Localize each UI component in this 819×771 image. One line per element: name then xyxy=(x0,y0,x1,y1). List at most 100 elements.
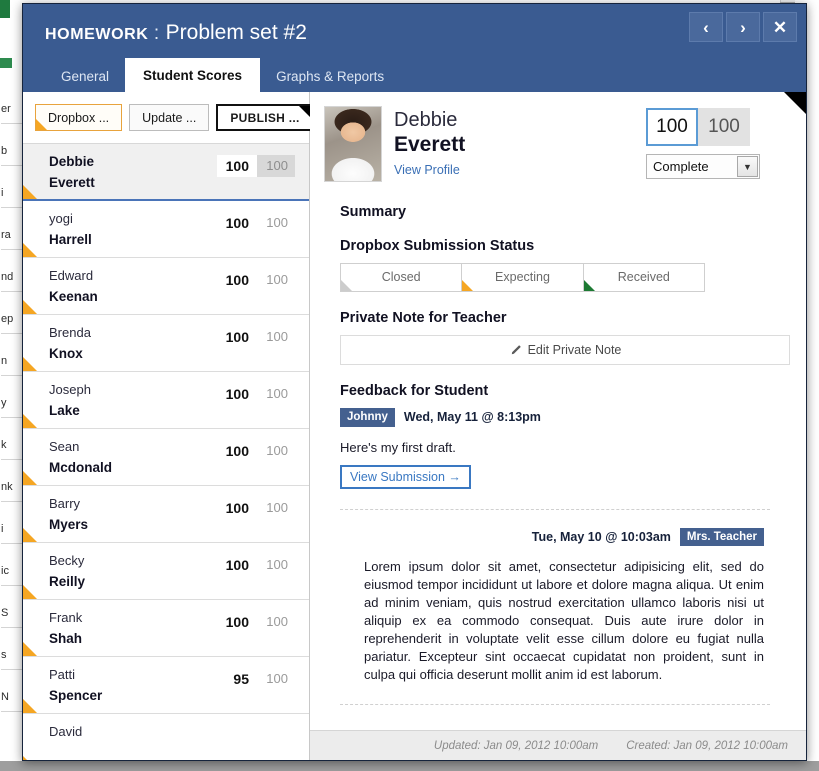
tab-student-scores[interactable]: Student Scores xyxy=(125,58,261,92)
modal-header: HOMEWORK : Problem set #2 ‹ › ✕ General S… xyxy=(23,4,806,92)
student-first-name: Debbie xyxy=(394,109,458,131)
student-row-score[interactable]: 100 xyxy=(217,269,257,291)
tab-graphs-reports[interactable]: Graphs & Reports xyxy=(260,60,400,92)
orange-corner-icon xyxy=(23,414,37,428)
view-profile-link[interactable]: View Profile xyxy=(394,163,460,177)
student-row-max: 100 xyxy=(266,443,288,458)
student-row-scores: 100 100 xyxy=(217,326,295,348)
student-row[interactable]: Joseph Lake 100 100 xyxy=(23,372,309,429)
background-green-marker-2 xyxy=(0,58,12,68)
background-cell: k xyxy=(1,431,22,460)
homework-modal-window: HOMEWORK : Problem set #2 ‹ › ✕ General S… xyxy=(22,3,807,761)
student-row-score[interactable]: 100 xyxy=(217,554,257,576)
student-row-score[interactable]: 100 xyxy=(217,212,257,234)
student-row[interactable]: Frank Shah 100 100 xyxy=(23,600,309,657)
green-corner-icon xyxy=(583,280,595,291)
student-row[interactable]: Debbie Everett 100 100 xyxy=(23,144,309,201)
completion-status-select[interactable]: Complete ▼ xyxy=(646,154,760,179)
title-assignment-name: Problem set #2 xyxy=(165,21,307,44)
dropbox-segment-expecting[interactable]: Expecting xyxy=(462,264,584,291)
dropbox-segment-label: Closed xyxy=(381,270,421,284)
student-row-max: 100 xyxy=(266,671,288,686)
teacher-message-meta: Tue, May 10 @ 10:03am Mrs. Teacher xyxy=(340,527,764,547)
edit-private-note-button[interactable]: Edit Private Note xyxy=(340,335,790,365)
student-row-score[interactable]: 100 xyxy=(217,497,257,519)
score-input[interactable] xyxy=(646,108,698,146)
score-max-value: 100 xyxy=(698,108,750,146)
teacher-message-body: Lorem ipsum dolor sit amet, consectetur … xyxy=(364,559,764,683)
background-green-marker xyxy=(0,0,10,18)
title-kind: HOMEWORK xyxy=(45,26,149,43)
edit-private-note-label: Edit Private Note xyxy=(527,343,622,357)
student-row-max: 100 xyxy=(266,500,288,515)
score-area: 100 Complete ▼ xyxy=(646,108,760,179)
view-submission-button[interactable]: View Submission → xyxy=(340,464,471,489)
gray-corner-icon xyxy=(341,280,352,291)
background-cell: s xyxy=(1,641,22,670)
background-cell: nk xyxy=(1,473,22,502)
orange-corner-icon xyxy=(23,185,37,199)
student-row[interactable]: Barry Myers 100 100 xyxy=(23,486,309,543)
background-cell: ra xyxy=(1,221,22,250)
update-button[interactable]: Update ... xyxy=(129,104,210,131)
close-button[interactable]: ✕ xyxy=(763,12,797,42)
next-button[interactable]: › xyxy=(726,12,760,42)
student-detail-pane: Debbie Everett View Profile 100 Complete… xyxy=(310,92,806,760)
publish-button[interactable]: PUBLISH ... xyxy=(216,104,314,131)
summary-heading: Summary xyxy=(340,204,407,220)
student-row-scores: 100 100 xyxy=(217,269,295,291)
student-last-name: Everett xyxy=(394,133,466,156)
orange-corner-icon xyxy=(23,756,37,760)
update-button-label: Update ... xyxy=(142,110,197,125)
panel-corner-icon xyxy=(784,92,806,114)
student-row[interactable]: yogi Harrell 100 100 xyxy=(23,201,309,258)
bottom-divider xyxy=(340,704,770,706)
background-cell: i xyxy=(1,179,22,208)
student-row-score[interactable]: 100 xyxy=(217,611,257,633)
student-row-scores: 100 100 xyxy=(217,212,295,234)
message-divider xyxy=(340,508,770,510)
orange-corner-icon xyxy=(23,585,37,599)
student-row-score[interactable]: 95 xyxy=(217,668,257,690)
orange-corner-icon xyxy=(462,280,474,291)
feedback-heading: Feedback for Student xyxy=(340,383,489,399)
student-row[interactable]: Patti Spencer 95 100 xyxy=(23,657,309,714)
modal-title: HOMEWORK : Problem set #2 xyxy=(45,21,307,45)
tab-bar: General Student Scores Graphs & Reports xyxy=(45,58,400,92)
student-row-max: 100 xyxy=(266,386,288,401)
detail-scroll-area: Debbie Everett View Profile 100 Complete… xyxy=(310,92,806,730)
student-row[interactable]: Edward Keenan 100 100 xyxy=(23,258,309,315)
prev-button[interactable]: ‹ xyxy=(689,12,723,42)
score-boxes: 100 xyxy=(646,108,760,146)
student-row-scores: 100 100 xyxy=(217,155,295,177)
teacher-message-author: Mrs. Teacher xyxy=(679,527,764,547)
dropbox-button[interactable]: Dropbox ... xyxy=(35,104,123,131)
chevron-down-icon[interactable]: ▼ xyxy=(737,156,758,177)
student-row-scores: 100 100 xyxy=(217,383,295,405)
student-row-max: 100 xyxy=(266,272,288,287)
background-cell: ic xyxy=(1,557,22,586)
background-cell: N xyxy=(1,683,22,712)
student-list[interactable]: Debbie Everett 100 100 yogi Harrell 100 100 Edwa… xyxy=(23,144,309,760)
avatar xyxy=(324,106,382,182)
student-row[interactable]: David xyxy=(23,714,309,760)
list-toolbar: Dropbox ... Update ... PUBLISH ... xyxy=(23,92,314,144)
student-row[interactable]: Sean Mcdonald 100 100 xyxy=(23,429,309,486)
student-row-score[interactable]: 100 xyxy=(217,440,257,462)
student-row-first-name: David xyxy=(49,724,83,739)
background-cell: i xyxy=(1,515,22,544)
student-name-block: Debbie Everett View Profile xyxy=(394,106,465,179)
student-row-score[interactable]: 100 xyxy=(217,383,257,405)
orange-corner-icon xyxy=(23,642,37,656)
orange-corner-icon xyxy=(23,300,37,314)
dropbox-segment-received[interactable]: Received xyxy=(583,264,704,291)
student-row-score[interactable]: 100 xyxy=(217,326,257,348)
student-row[interactable]: Becky Reilly 100 100 xyxy=(23,543,309,600)
student-row[interactable]: Brenda Knox 100 100 xyxy=(23,315,309,372)
tab-general[interactable]: General xyxy=(45,60,125,92)
student-header: Debbie Everett View Profile 100 Complete… xyxy=(324,106,786,182)
dropbox-segment-closed[interactable]: Closed xyxy=(341,264,463,291)
student-row-score[interactable]: 100 xyxy=(217,155,257,177)
created-timestamp: Created: Jan 09, 2012 10:00am xyxy=(626,739,788,752)
updated-timestamp: Updated: Jan 09, 2012 10:00am xyxy=(433,739,599,752)
